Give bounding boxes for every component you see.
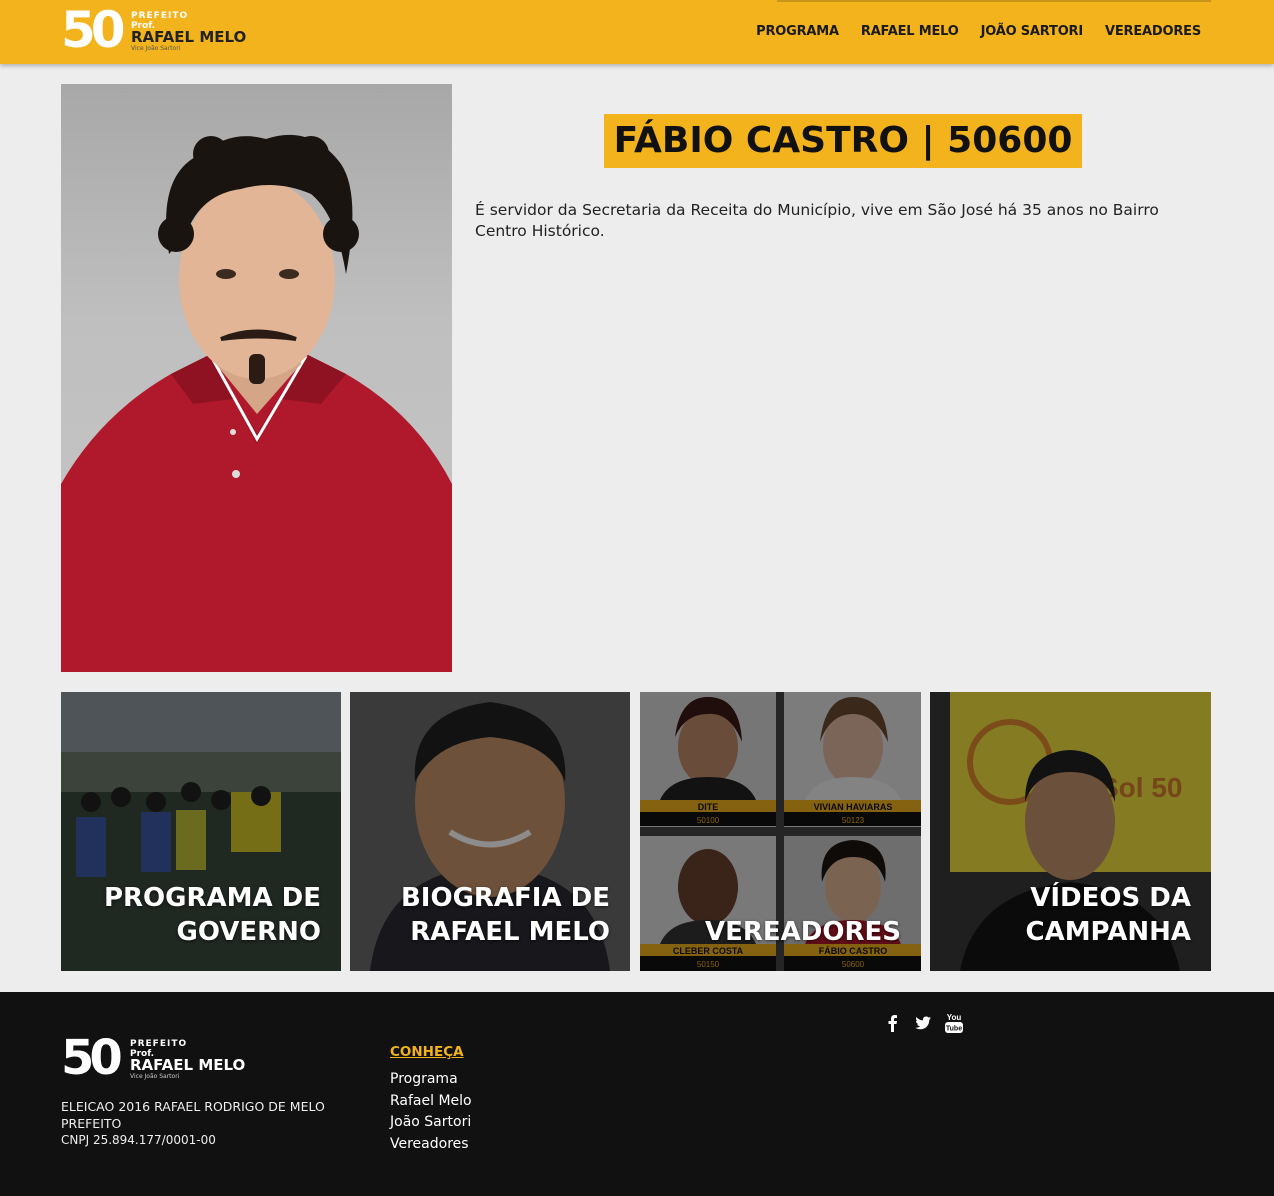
logo-prefix: PREFEITO	[131, 11, 189, 21]
youtube-icon-text: You	[947, 1013, 962, 1022]
footer-logo-vice: Vice João Sartori	[130, 1073, 180, 1080]
social-icons: You Tube	[884, 1012, 964, 1034]
nav-programa[interactable]: PROGRAMA	[756, 24, 839, 39]
youtube-icon[interactable]: You Tube	[944, 1012, 964, 1034]
footer-link-programa[interactable]: Programa	[390, 1070, 472, 1089]
nav-rafael-melo[interactable]: RAFAEL MELO	[861, 24, 959, 39]
footer-link-rafael-melo[interactable]: Rafael Melo	[390, 1092, 472, 1111]
candidate-title-wrap: FÁBIO CASTRO | 50600	[475, 114, 1211, 168]
footer-link-joao-sartori[interactable]: João Sartori	[390, 1113, 472, 1132]
footer-logo-number: 50	[61, 1030, 123, 1086]
candidate-bio: É servidor da Secretaria da Receita do M…	[475, 201, 1159, 240]
site-header: 50 PREFEITO Prof. RAFAEL MELO Vice João …	[0, 0, 1274, 64]
twitter-icon[interactable]	[914, 1014, 932, 1032]
footer-link-vereadores[interactable]: Vereadores	[390, 1135, 472, 1154]
footer-info: ELEICAO 2016 RAFAEL RODRIGO DE MELO PREF…	[61, 1098, 331, 1149]
candidate-photo	[61, 84, 452, 672]
nav-top-line	[777, 0, 1211, 2]
tile-videos-campanha[interactable]: Sol 50 VÍDEOS DA CAMPANHA	[930, 692, 1211, 971]
footer-conheca-heading[interactable]: CONHEÇA	[390, 1044, 464, 1060]
footer-logo[interactable]: 50 PREFEITO Prof. RAFAEL MELO Vice João …	[61, 1030, 261, 1086]
footer-cnpj: CNPJ 25.894.177/0001-00	[61, 1133, 216, 1147]
tile-label: PROGRAMA DE GOVERNO	[103, 883, 321, 947]
candidate-title: FÁBIO CASTRO | 50600	[603, 114, 1083, 168]
footer-logo-name: RAFAEL MELO	[130, 1056, 246, 1074]
logo-name: RAFAEL MELO	[131, 28, 247, 46]
tile-programa-de-governo[interactable]: PROGRAMA DE GOVERNO	[61, 692, 341, 971]
tile-label: BIOGRAFIA DE RAFAEL MELO	[400, 883, 610, 947]
facebook-icon[interactable]	[884, 1014, 902, 1032]
tile-biografia-rafael-melo[interactable]: BIOGRAFIA DE RAFAEL MELO	[350, 692, 630, 971]
tile-label: VEREADORES	[705, 917, 901, 947]
site-logo[interactable]: 50 PREFEITO Prof. RAFAEL MELO Vice João …	[61, 2, 261, 58]
footer-logo-prefix: PREFEITO	[130, 1039, 188, 1049]
footer-links: Programa Rafael Melo João Sartori Veread…	[390, 1070, 472, 1153]
logo-vice: Vice João Sartori	[131, 45, 181, 52]
main-nav: PROGRAMA RAFAEL MELO JOÃO SARTORI VEREAD…	[756, 24, 1201, 39]
nav-vereadores[interactable]: VEREADORES	[1105, 24, 1201, 39]
site-footer: 50 PREFEITO Prof. RAFAEL MELO Vice João …	[0, 992, 1274, 1196]
nav-joao-sartori[interactable]: JOÃO SARTORI	[981, 24, 1084, 39]
footer-election-line: ELEICAO 2016 RAFAEL RODRIGO DE MELO PREF…	[61, 1099, 325, 1131]
logo-number: 50	[61, 1, 126, 59]
tile-vereadores[interactable]: DITE 50100 VIVIAN HAVIARAS 50123 CLEBER …	[640, 692, 921, 971]
tile-label: VÍDEOS DA CAMPANHA	[1025, 883, 1191, 947]
youtube-icon-text-2: Tube	[946, 1026, 962, 1033]
